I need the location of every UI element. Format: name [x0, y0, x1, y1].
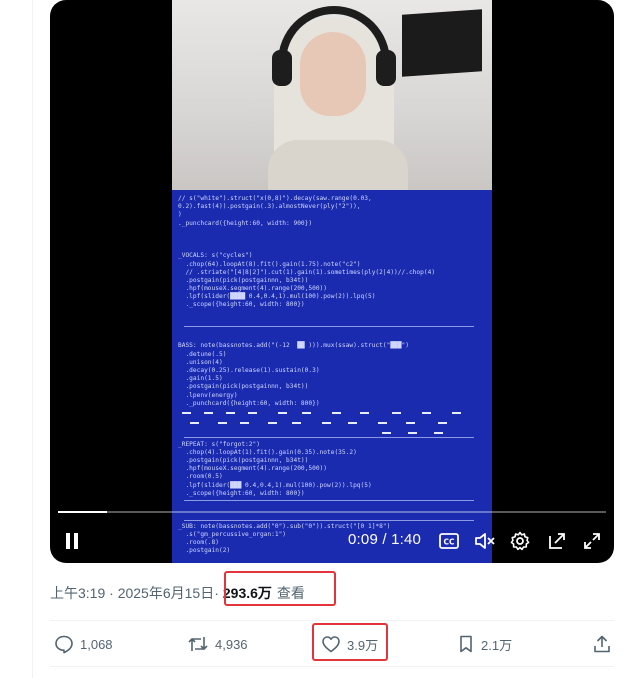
bookmark-count: 2.1万 [481, 637, 513, 653]
post-timestamp[interactable]: 上午3:19 · 2025年6月15日 [50, 583, 214, 603]
fullscreen-button[interactable] [580, 526, 604, 556]
svg-text:CC: CC [443, 538, 455, 547]
timeline-border [32, 0, 33, 678]
code-divider [184, 326, 474, 327]
muted-speaker-icon [475, 533, 495, 549]
code-line: .chop(4).loopAt(1).fit().gain(0.35).note… [178, 448, 357, 456]
captions-icon: CC [439, 533, 459, 549]
code-line: .room(0.5) [178, 473, 223, 481]
reply-button[interactable]: 1,068 [54, 632, 113, 656]
divider [50, 620, 614, 621]
code-line: .postgain(pick(postgainnn, b34t)) [178, 383, 309, 391]
code-line: ._scope({height:60, width: 800}) [178, 489, 305, 497]
meta-separator: · [214, 585, 219, 601]
playback-time: 0:09 / 1:40 [348, 531, 422, 548]
code-line: .postgain(pick(postgainnn, b34t)) [178, 276, 309, 284]
code-divider [184, 520, 474, 521]
views-highlight-box [224, 571, 336, 606]
settings-button[interactable] [508, 526, 532, 556]
divider [50, 666, 614, 667]
code-line: .detune(.5) [178, 350, 227, 358]
code-line: ._punchcard({height:60, width: 900}) [178, 219, 313, 227]
gear-icon [510, 531, 530, 551]
video-frame: // s("white").struct("x(0,8)").decay(saw… [172, 0, 492, 563]
code-line: .gain(1.5) [178, 375, 223, 383]
repost-button[interactable]: 4,936 [187, 632, 248, 656]
code-line: .postgain(pick(postgainnn, b34t)) [178, 457, 309, 464]
expand-icon [584, 533, 600, 549]
code-line: ._punchcard({height:60, width: 800}) [178, 399, 320, 407]
bookmark-icon [460, 635, 472, 653]
background-tv [402, 9, 482, 77]
pause-icon [66, 533, 78, 549]
code-line: .chop(64).loopAt(8).fit().gain(1.75).not… [178, 260, 361, 268]
headphones [278, 6, 390, 66]
code-editor: // s("white").struct("x(0,8)").decay(saw… [178, 195, 488, 563]
code-line: .lpf(slider(████ 0.4,0.4,1).mul(100).pow… [178, 293, 376, 301]
likes-highlight-box [312, 623, 388, 661]
code-line: // s("white").struct("x(0,8)").decay(saw… [178, 195, 372, 202]
pop-out-icon [549, 533, 565, 549]
code-line: .unison(4) [178, 358, 223, 366]
code-line: .decay(0.25).release(1).sustain(0.3) [178, 366, 320, 374]
code-line: BASS: note(bassnotes.add("(-12 ██ ))).mu… [178, 342, 409, 350]
share-button[interactable] [592, 632, 612, 656]
pause-button[interactable] [60, 526, 84, 556]
progress-track[interactable] [58, 511, 606, 513]
headphone-cup-right [376, 50, 396, 86]
reply-count: 1,068 [80, 636, 113, 652]
code-line: .lpenv(energy) [178, 391, 238, 399]
code-divider [184, 500, 474, 501]
video-player[interactable]: // s("white").struct("x(0,8)").decay(saw… [50, 0, 614, 563]
headphone-cup-left [272, 50, 292, 86]
code-line: .lpf(slider(███ 0.4,0.4,1).mul(100).pow(… [178, 481, 372, 489]
code-line: // .striate("[4|8|2]").cut(1).gain(1).so… [178, 268, 436, 276]
progress-fill [58, 511, 107, 513]
captions-button[interactable]: CC [437, 526, 461, 556]
code-line: .hpf(mouseX.segment(4).range(200,500)) [178, 465, 328, 473]
pop-out-button[interactable] [545, 526, 569, 556]
mute-button[interactable] [471, 526, 499, 556]
repost-icon [188, 637, 208, 651]
share-icon [594, 635, 610, 653]
code-line: _VOCALS: s("cycles") [178, 252, 253, 260]
code-line: 0.2).fast(4)).postgain(.3).almostNever(p… [178, 203, 361, 211]
presenter-shirt [268, 140, 408, 190]
code-line: _REPEAT: s("forgot:2") [178, 440, 260, 448]
webcam-overlay [172, 0, 492, 190]
code-divider [184, 437, 474, 438]
code-line: ) [178, 211, 182, 219]
code-line: ._scope({height:60, width: 800}) [178, 301, 305, 309]
bookmark-button[interactable]: 2.1万 [457, 632, 512, 656]
repost-count: 4,936 [215, 636, 248, 652]
reply-icon [55, 635, 73, 654]
